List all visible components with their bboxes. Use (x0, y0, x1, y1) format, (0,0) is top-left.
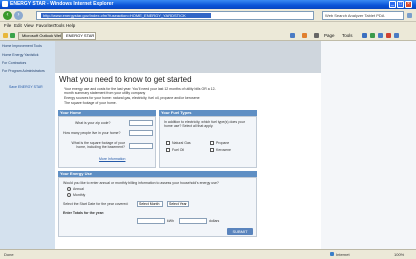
start-date-label: Select the Start Date for the year cover… (63, 202, 129, 206)
dollars-unit: dollars (209, 219, 220, 223)
fuel-oil-checkbox[interactable] (166, 148, 170, 152)
search-input[interactable]: Web Search Analyzer Tablet PDA (322, 11, 404, 20)
toolbar-icon-1[interactable] (362, 33, 367, 38)
add-favorite-icon[interactable] (10, 33, 15, 38)
zip-label: What is your zip code? (75, 121, 111, 125)
natural-gas-label: Natural Gas (172, 141, 191, 145)
bullet-3: The square footage of your home. (64, 101, 117, 105)
tab-energy-star[interactable]: ENERGY STAR (62, 32, 96, 40)
menu-tools[interactable]: Tools (54, 23, 65, 28)
main-content: What you need to know to get started You… (55, 41, 321, 249)
year-select[interactable]: Select Year (167, 201, 189, 207)
annual-label: Annual (73, 187, 84, 191)
leftnav-item-yardstick[interactable]: Home Energy Yardstick (2, 53, 38, 57)
monthly-radio[interactable] (67, 193, 71, 197)
page-menu[interactable]: Page (324, 33, 335, 38)
propane-checkbox[interactable] (210, 141, 214, 145)
right-margin (321, 41, 416, 249)
kerosene-checkbox[interactable] (210, 148, 214, 152)
left-navigation: Home Improvement Tools Home Energy Yards… (0, 41, 55, 249)
status-text: Done (4, 252, 14, 257)
leftnav-item-tools[interactable]: Home Improvement Tools (2, 44, 42, 48)
address-bar: ‹ › http://www.energystar.gov/index.cfm?… (0, 9, 416, 22)
minimize-button[interactable]: _ (389, 1, 396, 8)
forward-icon[interactable]: › (14, 11, 23, 20)
people-input[interactable] (129, 130, 153, 136)
menu-favorites[interactable]: Favorites (36, 23, 55, 28)
month-select[interactable]: Select Month (137, 201, 163, 207)
fuel-intro: In addition to electricity, which fuel t… (164, 120, 245, 128)
tab-outlook[interactable]: Microsoft Outlook Web Access (18, 32, 62, 40)
toolbar-icon-3[interactable] (378, 33, 383, 38)
search-icon[interactable] (407, 13, 412, 18)
close-button[interactable]: × (405, 1, 412, 8)
back-icon[interactable]: ‹ (3, 11, 12, 20)
toolbar-icon-4[interactable] (386, 33, 391, 38)
url-text: http://www.energystar.gov/index.cfm?fuse… (43, 13, 186, 18)
submit-button[interactable]: SUBMIT (227, 228, 253, 235)
menu-file[interactable]: File (4, 23, 11, 28)
page-title: What you need to know to get started (59, 75, 192, 84)
url-input[interactable]: http://www.energystar.gov/index.cfm?fuse… (36, 11, 314, 20)
fuel-types-panel: In addition to electricity, which fuel t… (159, 116, 257, 168)
page-banner (55, 41, 321, 73)
sqft-input[interactable] (129, 143, 153, 149)
propane-label: Propane (216, 141, 230, 145)
natural-gas-checkbox[interactable] (166, 141, 170, 145)
menu-help[interactable]: Help (66, 23, 75, 28)
dollars-input[interactable] (179, 218, 207, 224)
tab-toolbar: Microsoft Outlook Web Access ENERGY STAR… (0, 30, 416, 41)
tools-menu[interactable]: Tools (342, 33, 353, 38)
home-icon[interactable] (290, 33, 295, 38)
bullet-2: Energy sources for your home: natural ga… (64, 96, 200, 100)
fuel-oil-label: Fuel Oil (172, 148, 185, 152)
feeds-icon[interactable] (302, 33, 307, 38)
sqft-label: What is the square footage of your home,… (71, 141, 125, 149)
kerosene-label: Kerosene (216, 148, 231, 152)
menu-view[interactable]: View (24, 23, 34, 28)
billing-question: Would you like to enter annual or monthl… (63, 181, 219, 185)
zoom-level[interactable]: 100% (394, 252, 404, 257)
toolbar-icon-2[interactable] (370, 33, 375, 38)
internet-zone-icon (330, 252, 334, 256)
totals-label: Enter Totals for the year: (63, 211, 105, 215)
ie-icon (2, 1, 8, 7)
window-title: ENERGY STAR - Windows Internet Explorer (10, 1, 114, 7)
print-icon[interactable] (314, 33, 319, 38)
toolbar-icon-5[interactable] (394, 33, 399, 38)
web-page: Home Improvement Tools Home Energy Yards… (0, 41, 416, 249)
zone-text: Internet (336, 252, 350, 257)
your-home-panel: What is your zip code? How many people l… (58, 116, 156, 168)
energy-use-panel: Would you like to enter annual or monthl… (58, 177, 257, 237)
bullet-1b: month summary statement from your utilit… (64, 91, 146, 95)
maximize-button[interactable]: □ (397, 1, 404, 8)
monthly-label: Monthly (73, 193, 86, 197)
favorites-star-icon[interactable] (3, 33, 8, 38)
title-bar: ENERGY STAR - Windows Internet Explorer … (0, 0, 416, 9)
kwh-input[interactable] (137, 218, 165, 224)
annual-radio[interactable] (67, 187, 71, 191)
people-label: How many people live in your home? (63, 131, 121, 135)
leftnav-item-save[interactable]: Save ENERGY STAR (9, 85, 43, 89)
more-info-link[interactable]: More Information (99, 157, 125, 161)
zip-input[interactable] (129, 120, 153, 126)
leftnav-item-program[interactable]: For Program Administrators (2, 69, 45, 73)
kwh-unit: kWh (167, 219, 174, 223)
menu-bar: File Edit View Favorites Tools Help (0, 22, 416, 30)
menu-edit[interactable]: Edit (14, 23, 22, 28)
status-bar: Done Internet 100% (0, 249, 416, 259)
leftnav-item-contractors[interactable]: For Contractors (2, 61, 26, 65)
